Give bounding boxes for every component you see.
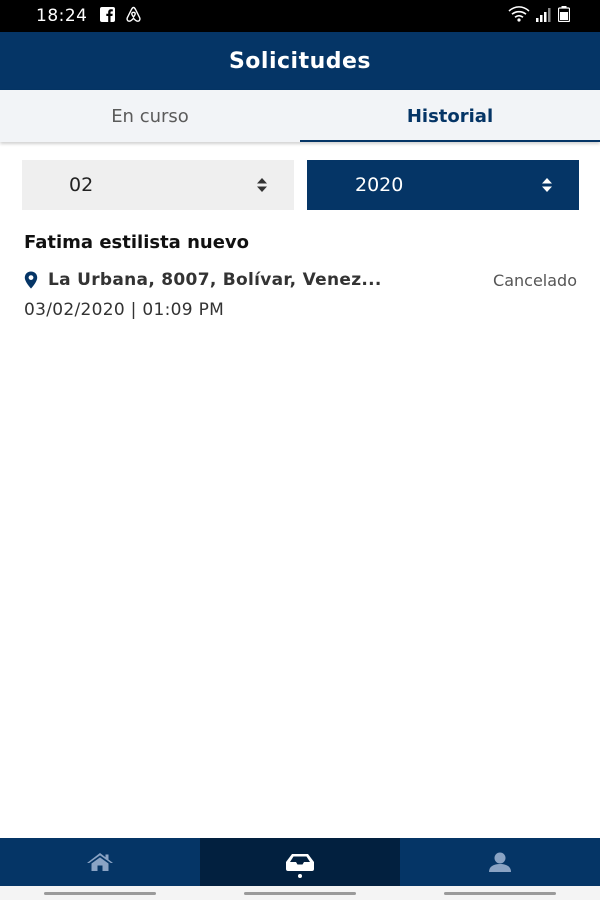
gesture-pill [444,891,556,895]
screen: 18:24 Solicitudes En curso Historial 02 … [0,0,600,900]
tab-en-curso[interactable]: En curso [0,90,300,142]
year-select-value: 2020 [355,174,404,196]
active-indicator [298,874,302,878]
inbox-icon [286,854,314,871]
status-badge: Cancelado [493,270,577,290]
system-gesture-bar [0,886,600,900]
request-address: La Urbana, 8007, Bolívar, Venez... [48,270,382,290]
status-bar: 18:24 [0,0,600,32]
sort-arrows-icon [257,178,267,192]
tab-historial-label: Historial [406,105,494,127]
airbnb-icon [125,6,142,27]
nav-profile-button[interactable] [400,838,600,886]
facebook-icon [99,6,115,26]
nav-home-button[interactable] [0,838,200,886]
tab-historial[interactable]: Historial [300,90,600,142]
status-time: 18:24 [36,6,88,26]
location-pin-icon [24,271,38,289]
battery-icon [557,6,571,26]
system-icons [508,6,571,26]
app-header: Solicitudes [0,32,600,90]
home-icon [87,853,113,871]
month-select[interactable]: 02 [22,160,294,210]
gesture-pill [244,891,356,895]
month-select-value: 02 [69,174,94,196]
sort-arrows-icon [542,178,552,192]
nav-inbox-button[interactable] [200,838,400,886]
year-select[interactable]: 2020 [307,160,579,210]
gesture-pill [44,891,156,895]
request-list-item[interactable]: Fatima estilista nuevo La Urbana, 8007, … [24,232,580,320]
request-datetime: 03/02/2020 | 01:09 PM [24,300,225,320]
signal-icon [536,7,552,26]
page-title: Solicitudes [228,48,372,74]
tab-en-curso-label: En curso [111,105,189,127]
notification-icons [99,6,142,27]
request-location-row: La Urbana, 8007, Bolívar, Venez... Cance… [24,268,580,292]
bottom-navigation [0,838,600,886]
profile-icon [489,852,511,872]
wifi-icon [508,6,530,26]
tab-bar: En curso Historial [0,90,600,142]
request-name: Fatima estilista nuevo [24,232,250,253]
